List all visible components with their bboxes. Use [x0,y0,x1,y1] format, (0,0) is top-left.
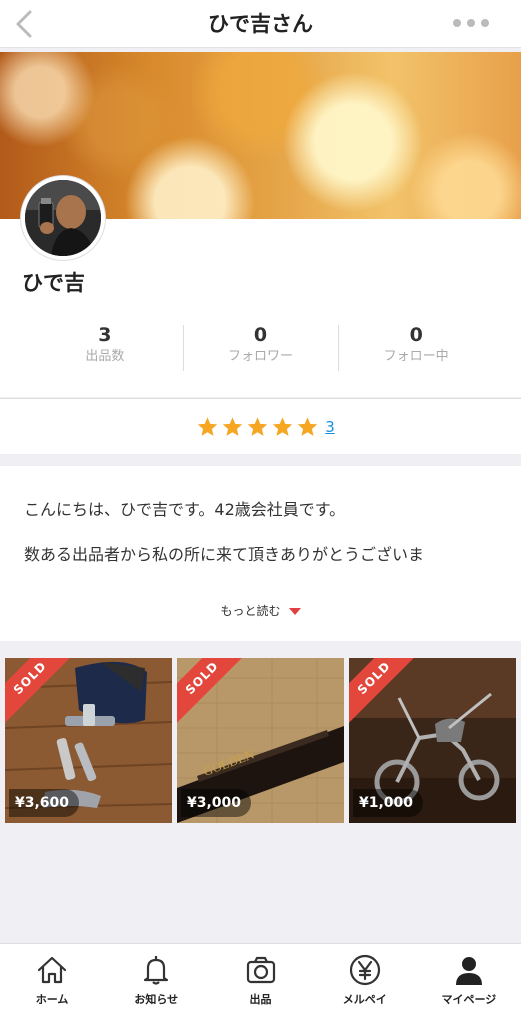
more-options-icon[interactable] [451,17,491,29]
item-card[interactable]: SOLD ¥3,600 [5,658,172,823]
stat-label: 出品数 [85,349,125,364]
user-name: ひで吉 [22,271,85,295]
read-more-button[interactable]: もっと読む [0,602,521,619]
tab-notifications[interactable]: お知らせ [104,944,208,1024]
item-price: ¥3,000 [181,789,252,817]
star-icon [223,416,243,436]
page-title: ひで吉さん [208,12,313,36]
rating-row[interactable]: 3 [0,398,521,454]
item-card[interactable]: GOLDEN SOLD ¥3,000 [177,658,344,823]
stat-value: 0 [253,324,268,346]
caret-down-icon [288,608,301,615]
bio-text-line: 数ある出品者から私の所に来て頂きありがとうございま [24,545,425,564]
stat-value: 0 [409,324,423,346]
home-icon [37,956,67,984]
stat-value: 3 [98,324,112,346]
stat-following[interactable]: 0 フォロー中 [338,323,494,371]
stat-listings[interactable]: 3 出品数 [27,323,183,371]
stat-label: フォロワー [228,349,294,364]
tab-merpay[interactable]: メルペイ [313,944,417,1024]
star-icon [198,416,218,436]
nav-header: ひで吉さん [0,0,521,48]
item-price: ¥3,600 [9,789,80,817]
camera-icon [246,956,275,984]
rating-stars [196,416,319,438]
tab-sell[interactable]: 出品 [208,944,312,1024]
tab-label: メルペイ [342,993,387,1006]
item-price: ¥1,000 [353,789,424,817]
yen-icon [349,954,380,986]
star-icon [273,416,293,436]
tab-label: 出品 [249,993,272,1006]
tab-home[interactable]: ホーム [0,944,104,1024]
tab-label: マイページ [441,993,497,1006]
tab-mypage[interactable]: マイページ [417,944,521,1024]
tab-label: ホーム [35,993,69,1006]
bell-icon [144,956,169,985]
bio-text-line: こんにちは、ひで吉です。42歳会社員です。 [24,500,346,519]
profile-stats: 3 出品数 0 フォロワー 0 フォロー中 [27,323,494,371]
bio-section: こんにちは、ひで吉です。42歳会社員です。 数ある出品者から私の所に来て頂きあり… [0,466,521,641]
person-icon [455,957,482,985]
star-icon [248,416,268,436]
stat-followers[interactable]: 0 フォロワー [182,323,339,371]
item-grid: SOLD ¥3,600 GOLDEN SOLD ¥3,000 SOLD ¥1,0… [5,658,516,823]
tab-label: お知らせ [134,993,179,1006]
read-more-label: もっと読む [220,604,281,618]
avatar[interactable] [21,176,105,260]
rating-count-link[interactable]: 3 [325,416,335,438]
star-icon [298,416,318,436]
item-card[interactable]: SOLD ¥1,000 [349,658,516,823]
stat-label: フォロー中 [383,349,449,364]
bottom-tab-bar: ホーム お知らせ 出品 メルペイ マイページ [0,943,521,1024]
avatar-photo [25,180,101,256]
